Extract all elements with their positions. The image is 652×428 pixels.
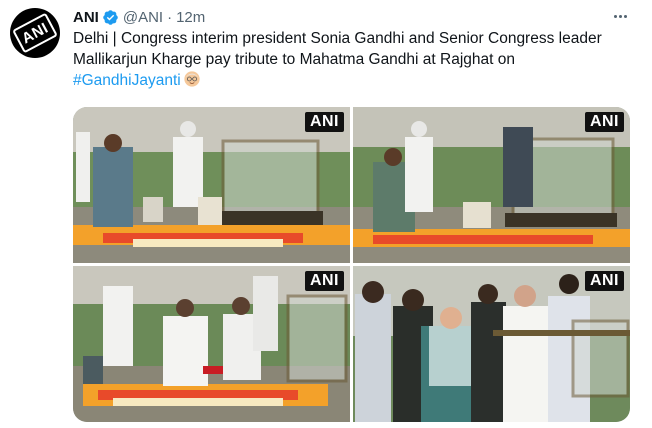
ani-watermark: ANI [304,112,344,132]
tweet-card[interactable]: ANI ANI @ANI · 12m Delhi | Congress inte… [0,0,652,428]
tweet-body: Delhi | Congress interim president Sonia… [73,30,602,68]
timestamp[interactable]: 12m [176,9,205,26]
more-options-icon[interactable] [608,6,632,26]
ani-watermark: ANI [584,112,624,132]
photo-4[interactable]: ANI [353,266,630,422]
avatar[interactable]: ANI [10,8,60,58]
photo-2[interactable]: ANI [353,107,630,263]
photo-1[interactable]: ANI [73,107,350,263]
separator-dot: · [167,8,173,26]
media-grid[interactable]: ANI ANI ANI ANI [73,107,630,422]
ani-logo: ANI [12,12,58,54]
verified-badge-icon [103,9,118,25]
old-man-emoji-icon [184,71,200,87]
hashtag-link[interactable]: #GandhiJayanti [73,72,181,89]
ani-watermark: ANI [584,271,624,291]
author-handle[interactable]: @ANI [123,9,163,26]
photo-3[interactable]: ANI [73,266,350,422]
tweet-header: ANI @ANI · 12m [73,6,612,28]
ani-watermark: ANI [304,271,344,291]
author-name[interactable]: ANI [73,9,99,26]
tweet-text: Delhi | Congress interim president Sonia… [73,28,638,91]
